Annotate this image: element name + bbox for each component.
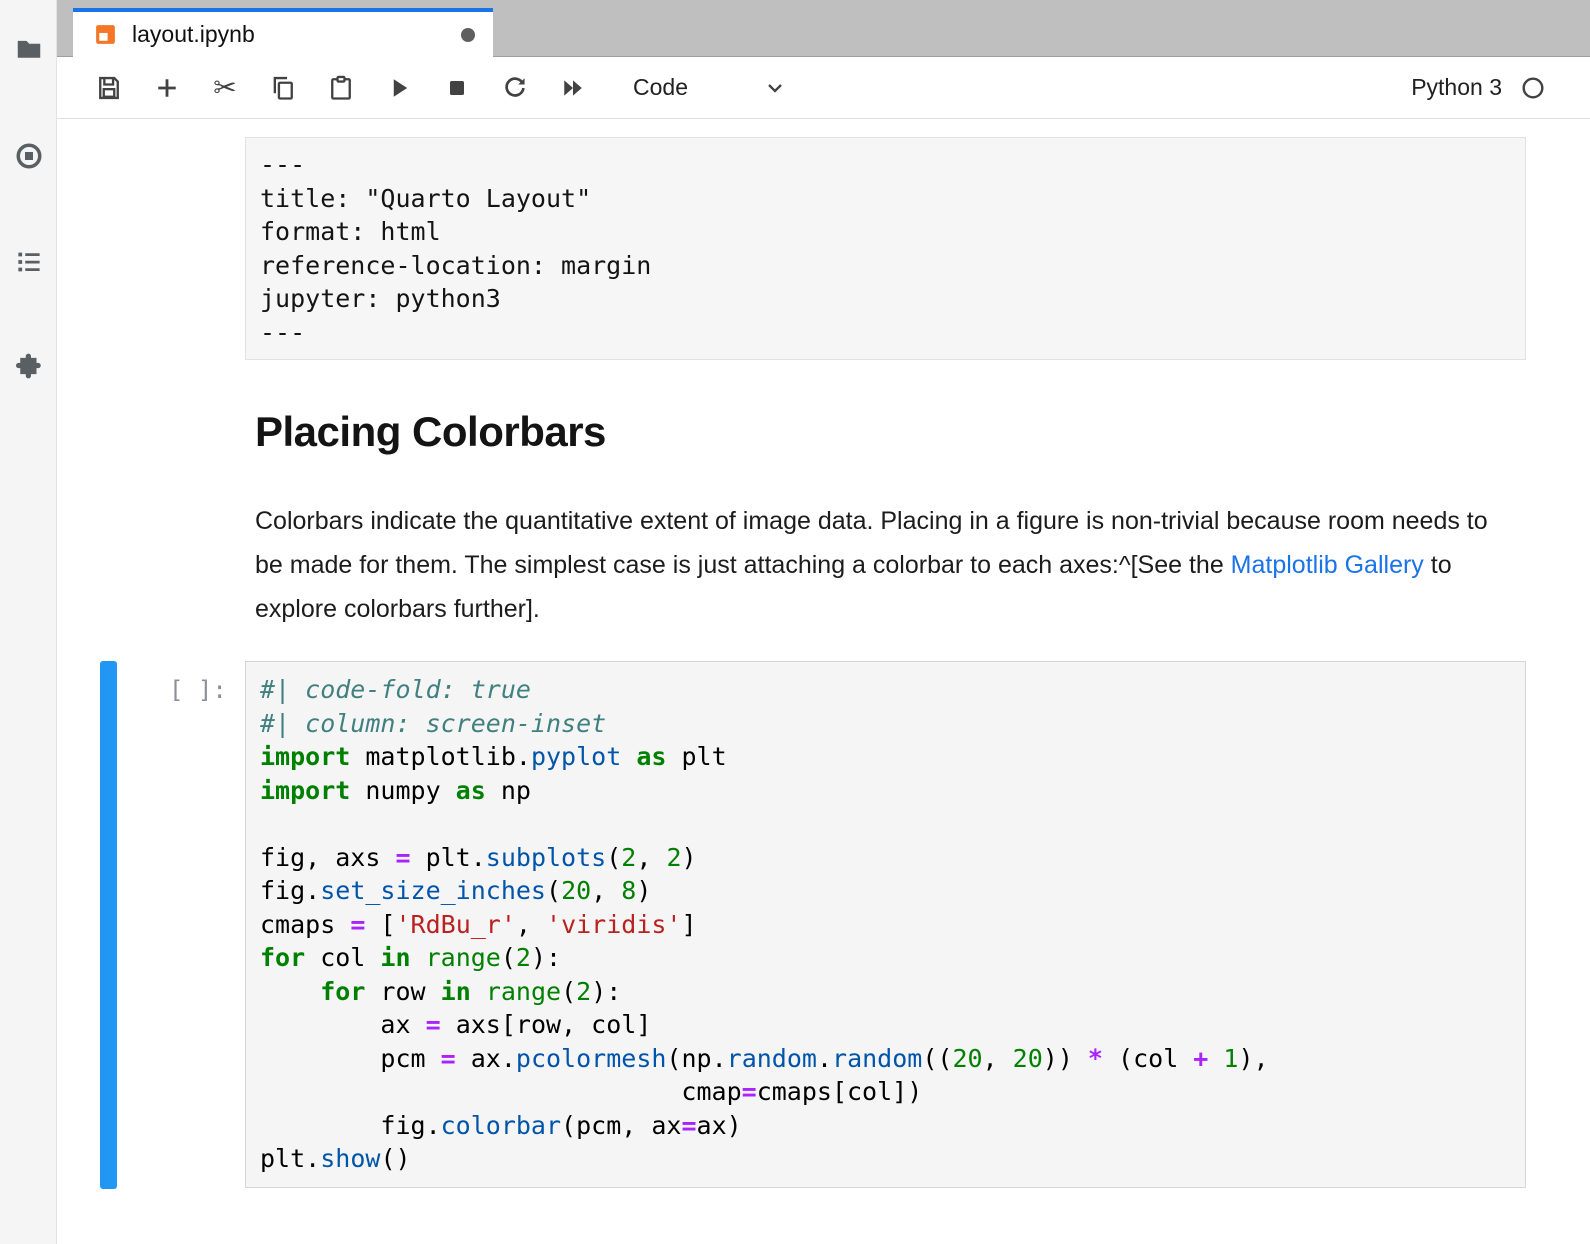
- tab-layout-ipynb[interactable]: layout.ipynb: [73, 8, 493, 57]
- raw-cell-line: reference-location: margin: [260, 249, 1511, 283]
- paste-cells-button[interactable]: [323, 68, 359, 108]
- unsaved-indicator[interactable]: [461, 28, 475, 42]
- code-line: pcm = ax.pcolormesh(np.random.random((20…: [260, 1042, 1511, 1076]
- code-line: fig.colorbar(pcm, ax=ax): [260, 1109, 1511, 1143]
- raw-cell-line: title: "Quarto Layout": [260, 182, 1511, 216]
- file-browser-icon[interactable]: [14, 34, 44, 64]
- raw-cell-editor[interactable]: ---title: "Quarto Layout"format: htmlref…: [245, 137, 1526, 360]
- table-of-contents-icon[interactable]: [14, 247, 44, 277]
- extensions-icon[interactable]: [14, 351, 44, 381]
- save-button[interactable]: [91, 68, 127, 108]
- markdown-paragraph: Colorbars indicate the quantitative exte…: [255, 499, 1500, 631]
- cell-type-select[interactable]: Code: [629, 68, 791, 108]
- code-line: ax = axs[row, col]: [260, 1008, 1511, 1042]
- chevron-down-icon: [763, 76, 787, 100]
- code-line: for col in range(2):: [260, 941, 1511, 975]
- copy-cells-button[interactable]: [265, 68, 301, 108]
- markdown-heading: Placing Colorbars: [255, 409, 606, 455]
- cell-type-value: Code: [633, 74, 688, 101]
- run-cell-button[interactable]: [381, 68, 417, 108]
- tab-title: layout.ipynb: [132, 21, 461, 48]
- kernel-status-icon[interactable]: [1520, 75, 1546, 101]
- code-line: plt.show(): [260, 1142, 1511, 1176]
- restart-kernel-button[interactable]: [497, 68, 533, 108]
- scissors-icon: ✂: [213, 74, 236, 102]
- code-line: cmaps = ['RdBu_r', 'viridis']: [260, 908, 1511, 942]
- code-line: #| code-fold: true: [260, 673, 1511, 707]
- raw-cell-line: ---: [260, 316, 1511, 350]
- cut-cells-button[interactable]: ✂: [207, 68, 243, 108]
- tab-bar: layout.ipynb: [57, 0, 1590, 57]
- code-line: #| column: screen-inset: [260, 707, 1511, 741]
- code-line: import matplotlib.pyplot as plt: [260, 740, 1511, 774]
- running-kernels-icon[interactable]: [14, 141, 44, 171]
- notebook-toolbar: ✂ Code Python 3: [57, 57, 1590, 119]
- kernel-area: Python 3: [1411, 74, 1546, 101]
- active-cell-collapser[interactable]: [100, 661, 117, 1189]
- insert-cell-button[interactable]: [149, 68, 185, 108]
- code-line: import numpy as np: [260, 774, 1511, 808]
- code-line: fig.set_size_inches(20, 8): [260, 874, 1511, 908]
- interrupt-kernel-button[interactable]: [439, 68, 475, 108]
- kernel-name[interactable]: Python 3: [1411, 74, 1502, 101]
- code-cell-editor[interactable]: #| code-fold: true#| column: screen-inse…: [245, 661, 1526, 1188]
- restart-and-run-all-button[interactable]: [555, 68, 591, 108]
- raw-cell-line: ---: [260, 148, 1511, 182]
- notebook-content: ---title: "Quarto Layout"format: htmlref…: [57, 119, 1590, 1244]
- code-line: [260, 807, 1511, 841]
- code-line: for row in range(2):: [260, 975, 1511, 1009]
- matplotlib-gallery-link[interactable]: Matplotlib Gallery: [1231, 551, 1424, 579]
- activity-bar: [0, 0, 57, 1244]
- code-line: cmap=cmaps[col]): [260, 1075, 1511, 1109]
- cell-input-prompt: [ ]:: [169, 676, 227, 704]
- notebook-icon: [93, 22, 118, 47]
- code-line: fig, axs = plt.subplots(2, 2): [260, 841, 1511, 875]
- raw-cell-line: format: html: [260, 215, 1511, 249]
- raw-cell-line: jupyter: python3: [260, 282, 1511, 316]
